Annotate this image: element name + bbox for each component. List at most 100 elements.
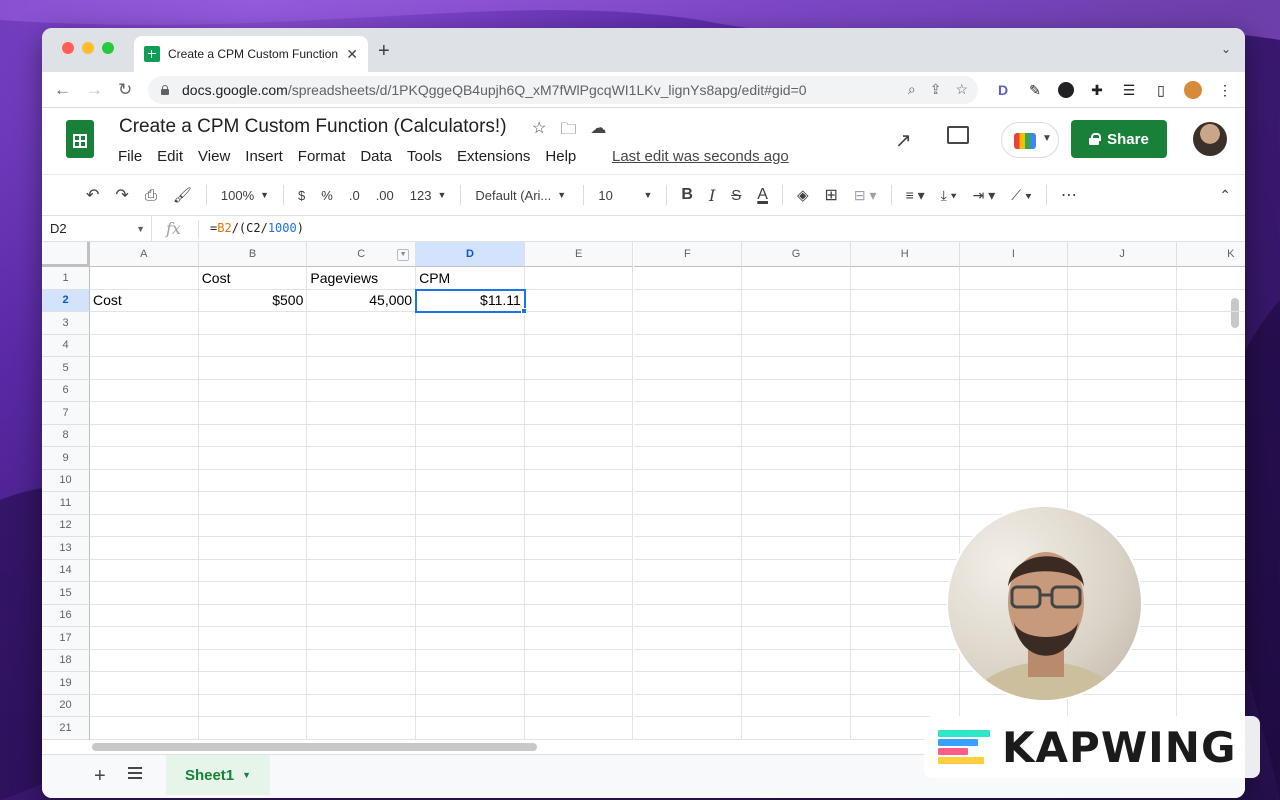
side-panel-icon[interactable]: ▯ bbox=[1152, 81, 1170, 99]
cell-d5[interactable] bbox=[416, 357, 525, 380]
formula-input[interactable]: =B2/(C2/1000) bbox=[210, 221, 304, 235]
cell-a14[interactable] bbox=[90, 559, 199, 582]
cell-j11[interactable] bbox=[1068, 492, 1177, 515]
cell-g7[interactable] bbox=[742, 402, 851, 425]
cell-c6[interactable] bbox=[307, 379, 417, 402]
cell-b19[interactable] bbox=[198, 672, 308, 695]
cell-d11[interactable] bbox=[416, 492, 525, 515]
maximize-window-button[interactable] bbox=[102, 42, 114, 54]
all-sheets-menu-icon[interactable] bbox=[128, 767, 142, 779]
cell-b14[interactable] bbox=[198, 559, 308, 582]
column-header-f[interactable]: F bbox=[633, 242, 743, 267]
cell-h16[interactable] bbox=[850, 604, 960, 627]
cell-g18[interactable] bbox=[742, 649, 851, 672]
paint-format-icon[interactable]: 🖌 bbox=[165, 175, 200, 215]
cell-b11[interactable] bbox=[198, 492, 308, 515]
cell-i1[interactable] bbox=[959, 267, 1069, 290]
column-header-c[interactable]: C ▼ bbox=[307, 242, 417, 267]
cell-f11[interactable] bbox=[633, 492, 743, 515]
zoom-select[interactable]: 100% ▼ bbox=[213, 175, 277, 215]
cell-k13[interactable] bbox=[1177, 537, 1245, 560]
browser-tab[interactable]: Create a CPM Custom Function ✕ bbox=[134, 36, 368, 72]
cell-a1[interactable] bbox=[90, 267, 199, 290]
borders-icon[interactable]: ⊞ bbox=[817, 175, 846, 215]
cell-f18[interactable] bbox=[633, 649, 743, 672]
move-folder-icon[interactable]: 🗀 bbox=[560, 118, 576, 145]
cell-b9[interactable] bbox=[198, 447, 308, 470]
column-header-h[interactable]: H bbox=[850, 242, 960, 267]
horizontal-scrollbar[interactable] bbox=[92, 743, 537, 751]
cell-c2[interactable]: 45,000 bbox=[307, 289, 417, 312]
cell-k7[interactable] bbox=[1177, 402, 1245, 425]
cell-g12[interactable] bbox=[742, 514, 851, 537]
cell-c8[interactable] bbox=[307, 424, 417, 447]
cell-i7[interactable] bbox=[959, 402, 1069, 425]
row-header-14[interactable]: 14 bbox=[42, 559, 90, 582]
cell-b18[interactable] bbox=[198, 649, 308, 672]
cell-h20[interactable] bbox=[850, 694, 960, 717]
comments-icon[interactable] bbox=[947, 126, 969, 144]
forward-arrow-icon[interactable]: → bbox=[86, 80, 103, 100]
cloud-saved-icon[interactable]: ☁ bbox=[590, 118, 606, 145]
cell-d16[interactable] bbox=[416, 604, 525, 627]
cell-e16[interactable] bbox=[524, 604, 634, 627]
cell-h19[interactable] bbox=[850, 672, 960, 695]
merge-cells-icon[interactable]: ⊟ ▾ bbox=[846, 175, 885, 215]
fill-color-icon[interactable]: ◈ bbox=[789, 175, 817, 215]
cell-b12[interactable] bbox=[198, 514, 308, 537]
cell-c12[interactable] bbox=[307, 514, 417, 537]
cell-d15[interactable] bbox=[416, 582, 525, 605]
cell-b6[interactable] bbox=[198, 379, 308, 402]
name-box[interactable]: D2 ▼ bbox=[42, 216, 152, 241]
document-title[interactable]: Create a CPM Custom Function (Calculator… bbox=[119, 116, 507, 138]
cell-f10[interactable] bbox=[633, 469, 743, 492]
currency-format-button[interactable]: $ bbox=[290, 175, 313, 215]
cell-a6[interactable] bbox=[90, 379, 199, 402]
cell-a7[interactable] bbox=[90, 402, 199, 425]
cell-e1[interactable] bbox=[524, 267, 634, 290]
cell-c7[interactable] bbox=[307, 402, 417, 425]
activity-trend-icon[interactable]: ↗ bbox=[895, 128, 912, 153]
cell-d17[interactable] bbox=[416, 627, 525, 650]
italic-button[interactable]: I bbox=[701, 175, 723, 215]
row-header-18[interactable]: 18 bbox=[42, 649, 90, 672]
cell-e19[interactable] bbox=[524, 672, 634, 695]
cell-a17[interactable] bbox=[90, 627, 199, 650]
cell-k9[interactable] bbox=[1177, 447, 1245, 470]
cell-b1[interactable]: Cost bbox=[198, 267, 308, 290]
cell-f14[interactable] bbox=[633, 559, 743, 582]
cell-c9[interactable] bbox=[307, 447, 417, 470]
cell-g11[interactable] bbox=[742, 492, 851, 515]
menu-extensions[interactable]: Extensions bbox=[457, 148, 530, 165]
cell-e18[interactable] bbox=[524, 649, 634, 672]
cell-d12[interactable] bbox=[416, 514, 525, 537]
fill-handle[interactable] bbox=[520, 308, 527, 314]
menu-tools[interactable]: Tools bbox=[407, 148, 442, 165]
row-header-13[interactable]: 13 bbox=[42, 537, 90, 560]
cell-k2[interactable] bbox=[1177, 290, 1245, 312]
select-all-corner[interactable] bbox=[42, 242, 90, 267]
cell-f21[interactable] bbox=[633, 717, 743, 740]
cell-c16[interactable] bbox=[307, 604, 417, 627]
cell-g4[interactable] bbox=[742, 334, 851, 357]
row-header-7[interactable]: 7 bbox=[42, 402, 90, 425]
cell-j4[interactable] bbox=[1068, 334, 1177, 357]
cell-c15[interactable] bbox=[307, 582, 417, 605]
cell-k20[interactable] bbox=[1177, 695, 1245, 717]
percent-format-button[interactable]: % bbox=[313, 175, 341, 215]
star-icon[interactable]: ☆ bbox=[532, 118, 546, 145]
cell-c21[interactable] bbox=[307, 717, 417, 740]
cell-c1[interactable]: Pageviews bbox=[307, 267, 417, 290]
cell-d19[interactable] bbox=[416, 672, 525, 695]
cell-c17[interactable] bbox=[307, 627, 417, 650]
cell-a21[interactable] bbox=[90, 717, 199, 740]
cell-k1[interactable] bbox=[1177, 267, 1245, 290]
cell-b7[interactable] bbox=[198, 402, 308, 425]
cell-f2[interactable] bbox=[633, 289, 743, 312]
cell-b15[interactable] bbox=[198, 582, 308, 605]
cell-d3[interactable] bbox=[416, 312, 525, 335]
browser-menu-icon[interactable]: ⋮ bbox=[1216, 81, 1234, 99]
row-header-1[interactable]: 1 bbox=[42, 267, 90, 290]
cell-j7[interactable] bbox=[1068, 402, 1177, 425]
cell-k6[interactable] bbox=[1177, 380, 1245, 402]
